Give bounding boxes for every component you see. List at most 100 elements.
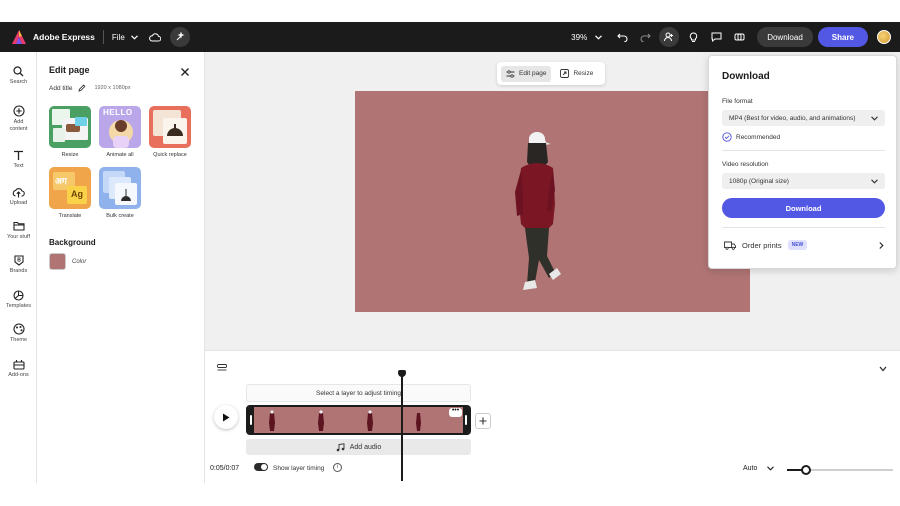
zoom-menu[interactable]: 39% <box>571 33 603 42</box>
lightbulb-icon[interactable] <box>684 28 702 46</box>
chevron-down-icon <box>871 178 878 184</box>
divider <box>102 30 104 44</box>
track-end-handle[interactable] <box>463 407 469 433</box>
user-avatar[interactable] <box>877 30 891 44</box>
translate-tile[interactable]: अग Ag <box>49 167 91 209</box>
delivery-truck-icon <box>724 241 736 250</box>
close-icon[interactable] <box>180 64 192 76</box>
artboard[interactable] <box>355 91 750 312</box>
plus-icon <box>479 417 487 425</box>
share-link-icon[interactable] <box>730 28 748 46</box>
layer-timing-toggle[interactable] <box>254 463 268 471</box>
add-audio-button[interactable]: Add audio <box>246 439 471 455</box>
adobe-express-logo-icon[interactable] <box>11 29 27 45</box>
timeline-zoom-slider[interactable] <box>787 465 893 475</box>
brand-name: Adobe Express <box>33 32 95 42</box>
chevron-down-icon <box>595 34 603 40</box>
animate-tile-text: HELLO <box>103 108 133 117</box>
background-color-label: Color <box>72 259 87 265</box>
animate-all-tile[interactable]: HELLO <box>99 106 141 148</box>
order-prints-label: Order prints <box>742 240 782 250</box>
divider <box>722 227 885 228</box>
rail-label: Brands <box>9 268 28 274</box>
layers-icon[interactable] <box>217 359 227 371</box>
rail-label: Templates <box>5 303 32 309</box>
file-format-label: File format <box>722 98 753 105</box>
edit-page-button[interactable]: Edit page <box>501 65 552 82</box>
page-dimensions: 1920 x 1080px <box>94 85 131 91</box>
playback-time: 0:05/0:07 <box>210 465 240 472</box>
generate-icon[interactable] <box>169 27 190 47</box>
add-title-row[interactable]: Add title 1920 x 1080px <box>49 84 131 92</box>
play-icon <box>223 413 230 421</box>
file-menu[interactable]: File <box>112 33 138 42</box>
download-title: Download <box>722 71 770 82</box>
pencil-icon[interactable] <box>77 84 86 92</box>
playhead[interactable] <box>401 373 403 481</box>
top-bar: Adobe Express File 39% Download Share <box>0 22 900 52</box>
chevron-down-icon <box>871 115 878 121</box>
timeline-panel: Select a layer to adjust timing ••• Add … <box>205 350 900 483</box>
rail-item-brands[interactable]: B Brands <box>0 253 37 275</box>
translate-tile-text: अग <box>55 177 67 187</box>
resolution-select[interactable]: 1080p (Original size) <box>722 173 885 189</box>
brand-icon: B <box>13 254 24 266</box>
slider-knob[interactable] <box>801 465 812 475</box>
rail-item-your-stuff[interactable]: Your stuff <box>0 219 37 241</box>
timeline-zoom-mode[interactable]: Auto <box>743 465 775 472</box>
play-button[interactable] <box>214 405 238 429</box>
folder-icon <box>12 221 25 231</box>
rail-item-text[interactable]: Text <box>0 148 37 170</box>
svg-text:B: B <box>17 257 21 263</box>
download-popover: Download File format MP4 (Best for video… <box>708 55 897 269</box>
cloud-icon[interactable] <box>146 28 164 46</box>
rail-item-add-content[interactable]: Add content <box>0 104 37 133</box>
rail-label: Search <box>9 79 28 85</box>
upload-icon <box>12 187 25 197</box>
person-image[interactable] <box>505 132 565 302</box>
video-track[interactable]: ••• <box>246 405 471 435</box>
bulk-create-tile[interactable] <box>99 167 141 209</box>
adobe-express-app: Adobe Express File 39% Download Share Se… <box>0 22 900 483</box>
resize-button[interactable]: Resize <box>555 66 598 82</box>
order-prints-row[interactable]: Order prints NEW <box>724 240 884 250</box>
undo-icon[interactable] <box>613 28 631 46</box>
layer-timing-label: Show layer timing <box>273 465 325 472</box>
rail-item-search[interactable]: Search <box>0 64 37 86</box>
add-title-label: Add title <box>49 84 73 92</box>
invite-user-icon[interactable] <box>659 27 680 47</box>
tool-label: Bulk create <box>106 213 134 219</box>
timing-hint: Select a layer to adjust timing <box>246 384 471 402</box>
chevron-down-icon <box>130 34 138 40</box>
comment-icon[interactable] <box>707 28 725 46</box>
resize-tile[interactable] <box>49 106 91 148</box>
share-button[interactable]: Share <box>817 27 868 47</box>
tool-label: Quick replace <box>153 152 187 158</box>
download-submit-button[interactable]: Download <box>722 198 885 218</box>
add-audio-label: Add audio <box>349 443 382 451</box>
download-button[interactable]: Download <box>757 27 813 47</box>
top-bar-actions: 39% Download Share <box>571 27 891 47</box>
translate-tile-text: Ag <box>71 189 83 199</box>
info-icon[interactable]: i <box>333 463 342 472</box>
add-scene-button[interactable] <box>475 413 491 429</box>
rail-label: Theme <box>9 337 28 343</box>
redo-icon[interactable] <box>636 28 654 46</box>
rail-item-theme[interactable]: Theme <box>0 322 37 344</box>
music-note-icon <box>336 442 345 451</box>
resolution-label: Video resolution <box>722 161 769 168</box>
file-format-select[interactable]: MP4 (Best for video, audio, and animatio… <box>722 110 885 126</box>
rail-item-add-ons[interactable]: Add-ons <box>0 357 37 379</box>
rail-label: Upload <box>9 200 28 206</box>
rail-item-upload[interactable]: Upload <box>0 185 37 207</box>
quick-replace-tile[interactable] <box>149 106 191 148</box>
recommended-note: Recommended <box>722 132 780 142</box>
text-icon <box>14 150 23 160</box>
rail-item-templates[interactable]: Templates <box>0 288 37 310</box>
background-color-swatch[interactable] <box>49 253 66 270</box>
playhead-handle[interactable] <box>398 370 406 377</box>
chevron-down-icon[interactable] <box>879 359 889 372</box>
more-options-icon[interactable]: ••• <box>449 407 462 417</box>
rail-label: Add-ons <box>8 372 29 378</box>
edit-page-label: Edit page <box>519 70 547 77</box>
